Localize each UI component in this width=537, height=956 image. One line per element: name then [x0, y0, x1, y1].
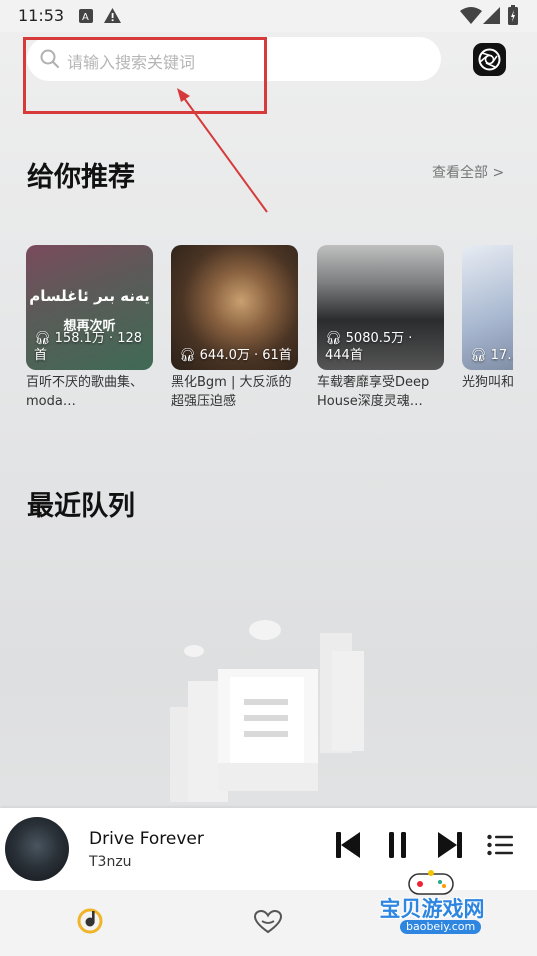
see-all-link[interactable]: 查看全部 >	[432, 162, 504, 182]
song-title: Drive Forever	[89, 829, 204, 849]
recent-title: 最近队列	[27, 491, 135, 521]
card-play-count: 644.0万 · 61首	[199, 348, 292, 363]
card-title: 车载奢靡享受Deep House深度灵魂…	[317, 375, 430, 409]
playlist-cover: يەنە بىر ئاغلسام 想再次听 🎧︎ 158.1万 · 128首	[26, 245, 153, 370]
playlist-icon[interactable]	[487, 834, 513, 860]
cover-text-uyghur: يەنە بىر ئاغلسام	[29, 287, 150, 305]
playlist-cover: 🎧︎ 5080.5万 · 444首	[317, 245, 444, 370]
watermark-url: baobeiy.com	[400, 920, 482, 934]
card-title: 光狗叫和到我才如…	[462, 375, 513, 390]
playlist-card[interactable]: 🎧︎ 644.0万 · 61首 黑化Bgm | 大反派的超强压迫感	[171, 245, 298, 411]
watermark-text: 宝贝游戏网	[379, 897, 485, 921]
annotation-arrow	[177, 88, 268, 213]
aperture-icon	[478, 48, 501, 75]
playlist-card[interactable]: يەنە بىر ئاغلسام 想再次听 🎧︎ 158.1万 · 128首 百…	[26, 245, 153, 411]
card-play-count: 17…	[490, 348, 513, 363]
card-title: 百听不厌的歌曲集、moda…	[26, 375, 144, 409]
card-play-count: 158.1万 · 128首	[34, 331, 143, 363]
watermark-logo: 宝贝游戏网 baobeiy.com	[362, 868, 502, 948]
playlist-cover: 🎧︎ 17…	[462, 245, 513, 370]
recommend-title: 给你推荐	[27, 162, 135, 192]
headphones-icon: 🎧︎	[179, 348, 196, 363]
song-artist: T3nzu	[89, 854, 132, 870]
nav-heart-icon[interactable]	[253, 909, 283, 938]
headphones-icon: 🎧︎	[34, 331, 51, 346]
settings-button[interactable]	[473, 43, 506, 76]
next-track-icon[interactable]	[438, 832, 462, 862]
playlist-card[interactable]: 🎧︎ 5080.5万 · 444首 车载奢靡享受Deep House深度灵魂…	[317, 245, 444, 411]
empty-state-illustration	[170, 620, 364, 802]
headphones-icon: 🎧︎	[470, 348, 487, 363]
previous-track-icon[interactable]	[336, 832, 360, 862]
pause-icon[interactable]	[389, 832, 407, 862]
nav-music-icon[interactable]	[77, 908, 103, 938]
playlist-cover: 🎧︎ 644.0万 · 61首	[171, 245, 298, 370]
card-title: 黑化Bgm | 大反派的超强压迫感	[171, 375, 292, 409]
album-cover[interactable]	[5, 817, 69, 881]
headphones-icon: 🎧︎	[325, 331, 342, 346]
playlist-card[interactable]: 🎧︎ 17… 光狗叫和到我才如…	[462, 245, 513, 411]
